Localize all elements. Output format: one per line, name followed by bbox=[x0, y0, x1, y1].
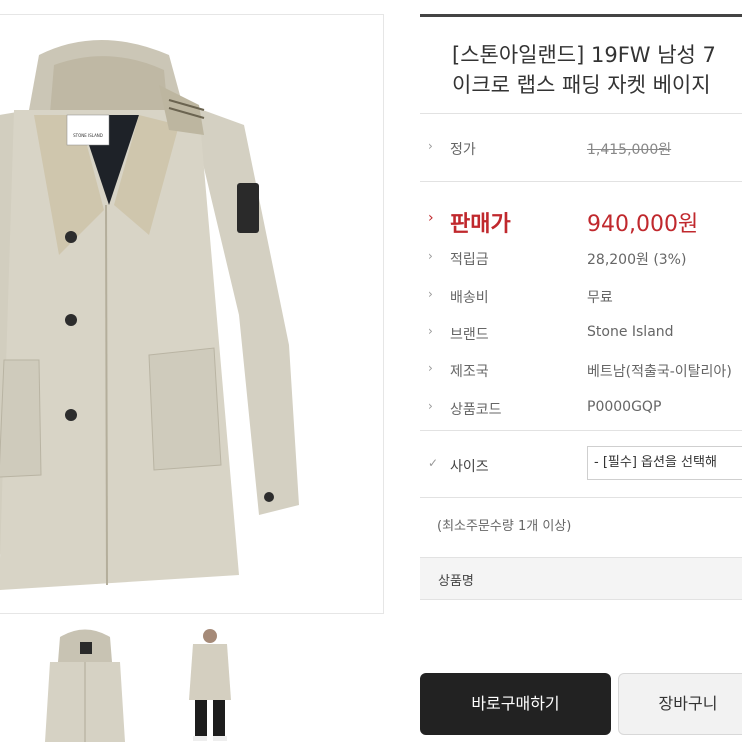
sale-price-label: 판매가 bbox=[450, 212, 511, 237]
chevron-right-icon: › bbox=[428, 361, 433, 375]
svg-text:STONE ISLAND: STONE ISLAND bbox=[73, 133, 103, 138]
divider bbox=[420, 113, 742, 114]
buy-now-button[interactable]: 바로구매하기 bbox=[420, 673, 611, 735]
points-label: 적립금 bbox=[450, 252, 489, 268]
product-title: [스톤아일랜드] 19FW 남성 7 이크로 랩스 패딩 자켓 베이지 bbox=[452, 40, 742, 100]
shipping-value: 무료 bbox=[587, 290, 613, 306]
brand-value: Stone Island bbox=[587, 324, 674, 340]
min-qty-note: (최소주문수량 1개 이상) bbox=[437, 519, 572, 534]
product-code-value: P0000GQP bbox=[587, 399, 662, 415]
info-top-border bbox=[420, 14, 742, 17]
points-value: 28,200원 (3%) bbox=[587, 252, 687, 268]
divider bbox=[420, 181, 742, 182]
product-title-line2: 이크로 랩스 패딩 자켓 베이지 bbox=[452, 73, 711, 97]
product-title-line1: [스톤아일랜드] 19FW 남성 7 bbox=[452, 43, 716, 67]
product-thumbnail-2[interactable] bbox=[165, 622, 255, 742]
brand-label: 브랜드 bbox=[450, 327, 489, 343]
product-name-label: 상품명 bbox=[438, 574, 474, 589]
add-to-cart-button[interactable]: 장바구니 bbox=[618, 673, 742, 735]
chevron-right-icon: › bbox=[428, 249, 433, 263]
chevron-right-icon: › bbox=[428, 287, 433, 301]
list-price-label: 정가 bbox=[450, 142, 476, 158]
shipping-label: 배송비 bbox=[450, 290, 489, 306]
chevron-right-icon: › bbox=[428, 399, 433, 413]
chevron-right-icon: › bbox=[428, 210, 434, 226]
origin-label: 제조국 bbox=[450, 364, 489, 380]
sale-price-value: 940,000원 bbox=[587, 212, 699, 237]
check-icon: ✓ bbox=[428, 456, 439, 470]
divider bbox=[420, 430, 742, 431]
product-code-label: 상품코드 bbox=[450, 402, 502, 418]
divider bbox=[420, 497, 742, 498]
origin-value: 베트남(적출국-이탈리아) bbox=[587, 364, 732, 380]
size-label: 사이즈 bbox=[450, 459, 489, 475]
main-product-image: STONE ISLAND bbox=[0, 14, 384, 614]
chevron-right-icon: › bbox=[428, 324, 433, 338]
product-thumbnail-1[interactable] bbox=[40, 622, 130, 742]
chevron-right-icon: › bbox=[428, 139, 433, 153]
size-select[interactable]: - [필수] 옵션을 선택해 bbox=[587, 446, 742, 480]
product-name-header: 상품명 bbox=[420, 557, 742, 600]
list-price-value: 1,415,000원 bbox=[587, 142, 672, 158]
